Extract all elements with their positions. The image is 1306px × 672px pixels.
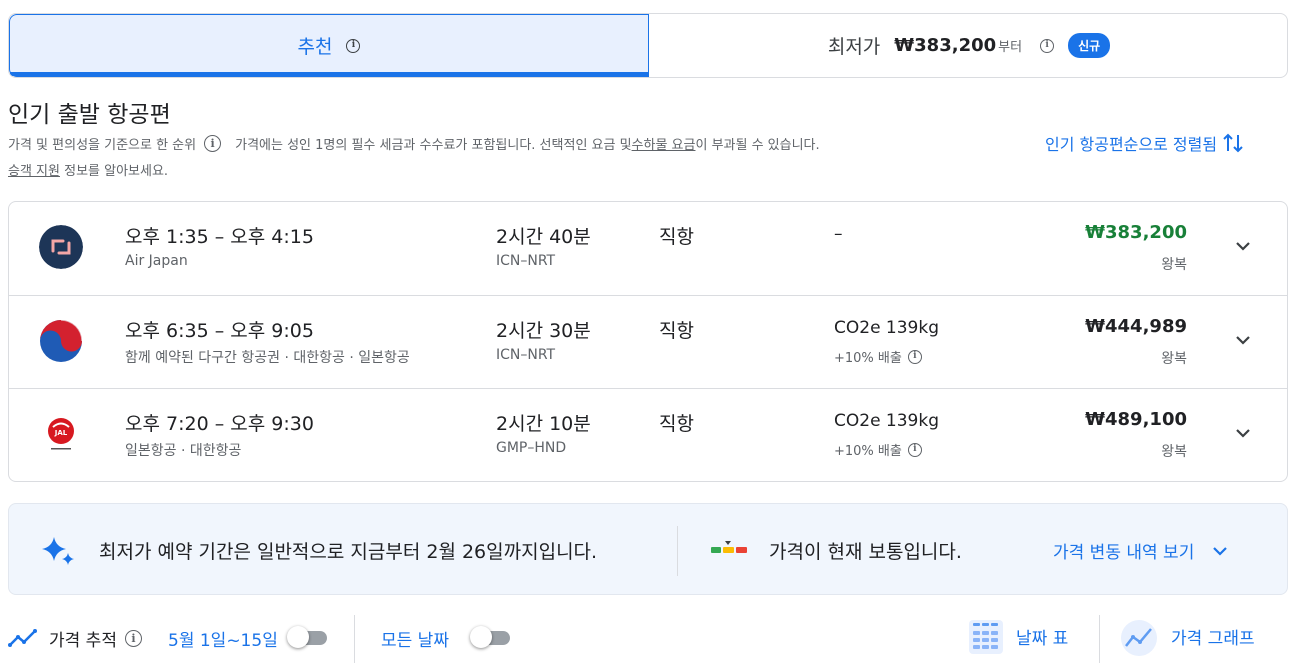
- flight-duration: 2시간 30분: [496, 320, 591, 342]
- flight-carrier: Air Japan: [125, 253, 188, 269]
- flight-emission: –: [834, 224, 843, 244]
- price-tracking-label: 가격 추적 i: [49, 626, 142, 651]
- toggle-knob: [287, 626, 309, 648]
- bottom-divider: [354, 615, 355, 663]
- section-subtitle-2: 승객 지원 정보를 알아보세요.: [8, 160, 168, 179]
- sort-arrows-icon: [1223, 133, 1243, 153]
- chevron-down-icon[interactable]: [1231, 328, 1255, 352]
- flight-route: ICN–NRT: [496, 253, 556, 269]
- price-history-button[interactable]: 가격 변동 내역 보기: [1053, 538, 1232, 563]
- bottom-divider: [1099, 615, 1100, 663]
- flight-price: ₩489,100: [1085, 409, 1187, 430]
- all-dates-toggle[interactable]: [470, 626, 512, 648]
- flight-emission: CO2e 139kg: [834, 318, 940, 338]
- flight-row[interactable]: JAL 오후 7:20 – 오후 9:30 일본항공 · 대한항공 2시간 10…: [9, 388, 1287, 481]
- flight-list: 오후 1:35 – 오후 4:15 Air Japan 2시간 40분 ICN–…: [8, 201, 1288, 482]
- info-icon[interactable]: i: [204, 135, 222, 152]
- flight-emission-note: +10% 배출 i: [834, 440, 922, 459]
- trend-icon: [8, 629, 37, 647]
- price-graph-icon[interactable]: [1120, 619, 1158, 657]
- price-level-text: 가격이 현재 보통입니다.: [769, 541, 962, 563]
- emission-note-text: +10% 배출: [834, 444, 902, 459]
- section-title: 인기 출발 항공편: [8, 102, 171, 128]
- price-history-label: 가격 변동 내역 보기: [1053, 543, 1195, 563]
- fees-note: 가격에는 성인 1명의 필수 세금과 수수료가 포함됩니다. 선택적인 요금 및: [235, 138, 632, 153]
- flight-emission: CO2e 139kg: [834, 411, 940, 431]
- price-graph-button[interactable]: 가격 그래프: [1171, 624, 1255, 649]
- insight-divider: [677, 526, 678, 576]
- ranking-note: 가격 및 편의성을 기준으로 한 순위: [8, 138, 197, 153]
- bottom-controls: 가격 추적 i 5월 1일~15일 모든 날짜 날짜 표 가격 그래프: [8, 613, 1288, 663]
- sort-label: 인기 항공편순으로 정렬됨: [1045, 135, 1218, 154]
- price-level-gauge-icon: [711, 541, 747, 553]
- flight-stops: 직항: [659, 413, 694, 435]
- tab-recommended[interactable]: 추천 i: [9, 14, 649, 77]
- chevron-down-icon: [1213, 546, 1228, 556]
- info-icon[interactable]: i: [124, 630, 142, 647]
- date-grid-icon[interactable]: [968, 619, 1004, 655]
- japan-airlines-logo: JAL: [39, 412, 83, 456]
- flight-price: ₩444,989: [1085, 316, 1187, 337]
- flight-carrier: 함께 예약된 다구간 항공권 · 대한항공 · 일본항공: [125, 350, 410, 366]
- sort-tabs: 추천 i 최저가 ₩383,200 부터 i 신규: [8, 13, 1288, 78]
- sparkle-icon: [42, 537, 74, 565]
- emission-note-text: +10% 배출: [834, 351, 902, 366]
- date-grid-button[interactable]: 날짜 표: [1016, 624, 1068, 649]
- cheapest-price-suffix: 부터: [998, 40, 1023, 55]
- toggle-knob: [470, 626, 492, 648]
- track-dates: 5월 1일~15일: [168, 631, 278, 651]
- flight-times: 오후 7:20 – 오후 9:30: [125, 413, 314, 435]
- chevron-down-icon[interactable]: [1231, 421, 1255, 445]
- flight-stops: 직항: [659, 320, 694, 342]
- tab-recommended-label: 추천: [297, 36, 333, 58]
- tab-cheapest[interactable]: 최저가 ₩383,200 부터 i 신규: [649, 14, 1287, 77]
- korean-air-logo: [39, 319, 83, 363]
- flight-route: GMP–HND: [496, 440, 567, 456]
- flight-duration: 2시간 40분: [496, 226, 591, 248]
- fees-note-end: 이 부과될 수 있습니다.: [695, 138, 820, 153]
- flight-carrier: 일본항공 · 대한항공: [125, 443, 242, 459]
- flight-route: ICN–NRT: [496, 347, 556, 363]
- flight-price-type: 왕복: [1161, 257, 1187, 273]
- air-japan-logo: [39, 225, 83, 269]
- baggage-fees-link[interactable]: 수하물 요금: [632, 134, 696, 153]
- tab-cheapest-label: 최저가: [827, 36, 881, 58]
- flight-emission-note: +10% 배출 i: [834, 347, 922, 366]
- flight-price-type: 왕복: [1161, 351, 1187, 367]
- flight-price-type: 왕복: [1161, 444, 1187, 460]
- flight-times: 오후 1:35 – 오후 4:15: [125, 226, 314, 248]
- info-icon[interactable]: i: [907, 349, 922, 364]
- flight-row[interactable]: 오후 6:35 – 오후 9:05 함께 예약된 다구간 항공권 · 대한항공 …: [9, 295, 1287, 388]
- support-note: 정보를 알아보세요.: [59, 164, 169, 179]
- flight-price: ₩383,200: [1085, 222, 1187, 243]
- section-subtitle: 가격 및 편의성을 기준으로 한 순위 i 가격에는 성인 1명의 필수 세금과…: [8, 134, 820, 153]
- passenger-support-link[interactable]: 승객 지원: [8, 164, 60, 179]
- price-insights: 최저가 예약 기간은 일반적으로 지금부터 2월 26일까지입니다. 가격이 현…: [8, 503, 1288, 595]
- svg-text:JAL: JAL: [54, 429, 68, 437]
- chevron-down-icon[interactable]: [1231, 234, 1255, 258]
- info-icon[interactable]: i: [346, 38, 361, 53]
- track-label-text: 가격 추적: [49, 631, 117, 651]
- cheapest-price: ₩383,200: [894, 35, 997, 56]
- flight-row[interactable]: 오후 1:35 – 오후 4:15 Air Japan 2시간 40분 ICN–…: [9, 202, 1287, 295]
- booking-window-text: 최저가 예약 기간은 일반적으로 지금부터 2월 26일까지입니다.: [99, 541, 598, 563]
- sort-button[interactable]: 인기 항공편순으로 정렬됨: [1045, 131, 1244, 155]
- info-icon[interactable]: i: [907, 442, 922, 457]
- flight-times: 오후 6:35 – 오후 9:05: [125, 320, 314, 342]
- all-dates-label: 모든 날짜: [381, 631, 449, 651]
- track-dates-toggle[interactable]: [287, 626, 329, 648]
- new-badge: 신규: [1068, 33, 1111, 58]
- flight-duration: 2시간 10분: [496, 413, 591, 435]
- info-icon[interactable]: i: [1040, 38, 1055, 53]
- flight-stops: 직항: [659, 226, 694, 248]
